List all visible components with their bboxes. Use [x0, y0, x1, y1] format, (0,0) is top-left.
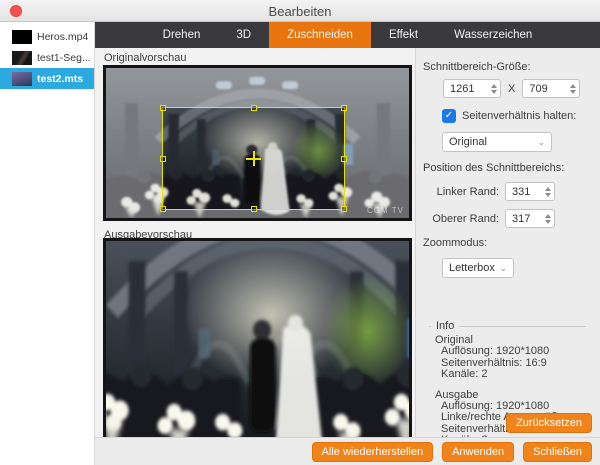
- window-title: Bearbeiten: [0, 4, 600, 19]
- file-name: test1-Seg...: [37, 52, 91, 64]
- left-margin-label: Linker Rand:: [421, 186, 499, 198]
- crop-handle-sw[interactable]: [160, 206, 166, 212]
- restore-all-button[interactable]: Alle wiederherstellen: [312, 442, 434, 462]
- original-preview-frame: CGM TV: [103, 65, 412, 221]
- crop-height-input[interactable]: 709: [522, 79, 580, 98]
- left-margin-input[interactable]: 331: [505, 182, 555, 201]
- aspect-ratio-value: Original: [449, 136, 537, 148]
- info-output-title: Ausgabe: [435, 389, 586, 401]
- crop-handle-e[interactable]: [341, 156, 347, 162]
- stepper-icon[interactable]: [541, 187, 551, 197]
- left-margin-row: Linker Rand: 331: [421, 182, 592, 201]
- title-bar: Bearbeiten: [0, 0, 600, 22]
- crop-handle-nw[interactable]: [160, 105, 166, 111]
- video-watermark: CGM TV: [367, 206, 404, 215]
- size-times-label: X: [508, 83, 515, 95]
- video-thumbnail: [12, 51, 32, 65]
- stepper-icon[interactable]: [566, 84, 576, 94]
- action-bar: Alle wiederherstellen Anwenden Schließen: [95, 437, 600, 465]
- crop-height-value: 709: [529, 83, 566, 95]
- crop-handle-n[interactable]: [251, 105, 257, 111]
- original-preview-label: Originalvorschau: [104, 52, 187, 64]
- info-line: Kanäle: 2: [441, 369, 586, 381]
- tab-3d[interactable]: 3D: [218, 22, 269, 48]
- edit-dialog: Bearbeiten Heros.mp4 test1-Seg... test2.…: [0, 0, 600, 465]
- apply-button[interactable]: Anwenden: [442, 442, 514, 462]
- tab-effekt[interactable]: Effekt: [371, 22, 436, 48]
- edit-tab-bar: Drehen 3D Zuschneiden Effekt Wasserzeich…: [95, 22, 600, 48]
- crop-position-label: Position des Schnittbereichs:: [423, 162, 592, 174]
- stepper-icon[interactable]: [487, 84, 497, 94]
- top-margin-value: 317: [512, 213, 541, 225]
- video-thumbnail: [12, 72, 32, 86]
- crop-handle-ne[interactable]: [341, 105, 347, 111]
- file-list-sidebar: Heros.mp4 test1-Seg... test2.mts: [0, 22, 95, 465]
- top-margin-row: Oberer Rand: 317: [421, 209, 592, 228]
- top-margin-input[interactable]: 317: [505, 209, 555, 228]
- crop-handle-se[interactable]: [341, 206, 347, 212]
- output-video: [106, 241, 409, 439]
- tab-zuschneiden[interactable]: Zuschneiden: [269, 22, 371, 48]
- file-list-item-selected[interactable]: test2.mts: [0, 68, 94, 89]
- crop-settings-panel: Schnittbereich-Größe: 1261 X 709 ✓ Seite…: [415, 48, 600, 437]
- tab-wasserzeichen[interactable]: Wasserzeichen: [436, 22, 550, 48]
- info-line: Auflösung: 1920*1080: [441, 346, 586, 358]
- tab-drehen[interactable]: Drehen: [145, 22, 219, 48]
- close-button[interactable]: Schließen: [523, 442, 592, 462]
- file-name: Heros.mp4: [37, 31, 88, 43]
- file-list-item[interactable]: Heros.mp4: [0, 26, 94, 47]
- zoom-mode-dropdown[interactable]: Letterbox ⌄: [442, 258, 514, 278]
- info-legend: Info: [431, 320, 459, 332]
- chevron-down-icon: ⌄: [499, 263, 507, 274]
- file-list-item[interactable]: test1-Seg...: [0, 47, 94, 68]
- crop-size-label: Schnittbereich-Größe:: [423, 61, 592, 73]
- output-preview-frame: [103, 238, 412, 460]
- video-thumbnail: [12, 30, 32, 44]
- crop-rectangle[interactable]: [162, 107, 345, 210]
- keep-aspect-row: ✓ Seitenverhältnis halten:: [442, 109, 592, 123]
- chevron-down-icon: ⌄: [537, 137, 545, 148]
- aspect-ratio-dropdown[interactable]: Original ⌄: [442, 132, 552, 152]
- left-margin-value: 331: [512, 186, 541, 198]
- keep-aspect-label: Seitenverhältnis halten:: [462, 110, 576, 122]
- file-name: test2.mts: [37, 73, 83, 85]
- crop-size-row: 1261 X 709: [443, 79, 592, 98]
- top-margin-label: Oberer Rand:: [421, 213, 499, 225]
- stepper-icon[interactable]: [541, 214, 551, 224]
- zoom-mode-value: Letterbox: [449, 262, 499, 274]
- keep-aspect-checkbox[interactable]: ✓: [442, 109, 456, 123]
- crop-width-input[interactable]: 1261: [443, 79, 501, 98]
- crop-width-value: 1261: [450, 83, 487, 95]
- output-video-frame: [106, 241, 409, 439]
- crop-center-cross[interactable]: [246, 151, 261, 166]
- original-video: CGM TV: [106, 68, 409, 218]
- preview-area: Originalvorschau CGM TV Ausgabevorsc: [95, 48, 415, 437]
- reset-button[interactable]: Zurücksetzen: [506, 413, 592, 433]
- crop-handle-w[interactable]: [160, 156, 166, 162]
- crop-handle-s[interactable]: [251, 206, 257, 212]
- zoom-mode-label: Zoommodus:: [423, 237, 592, 249]
